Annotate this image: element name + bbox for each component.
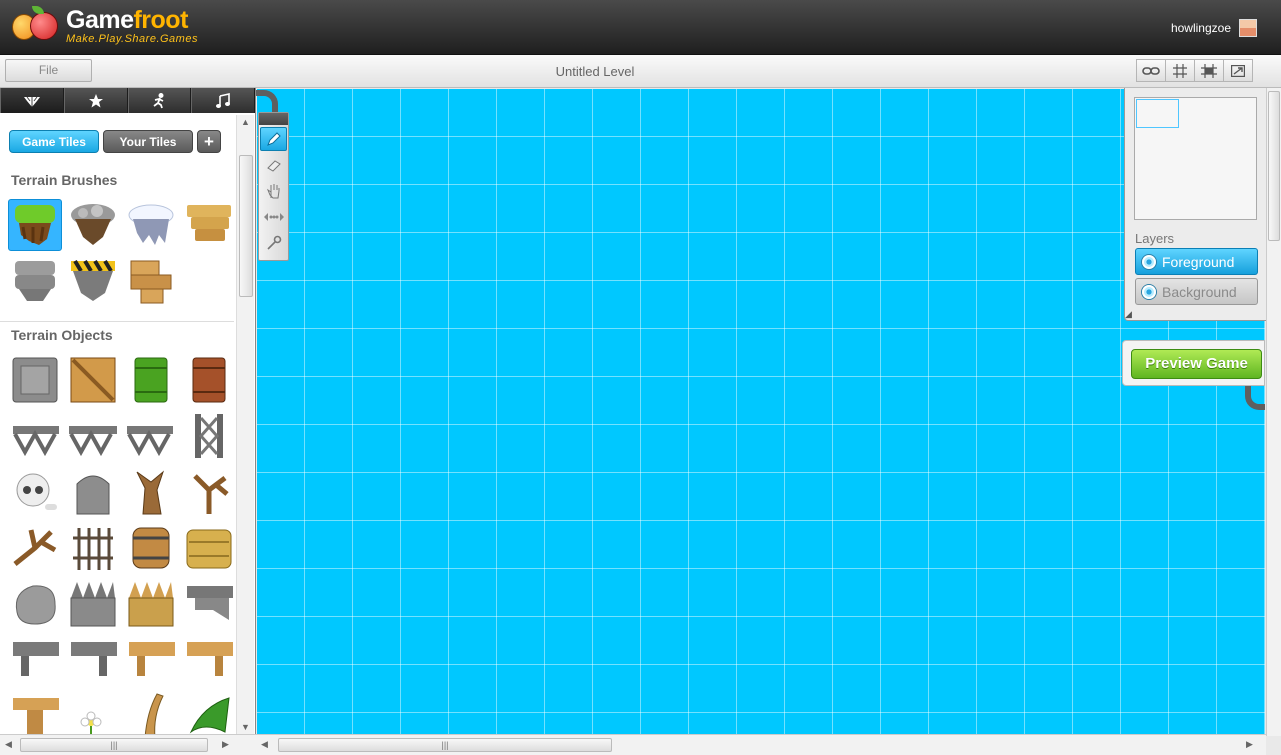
girder-mid[interactable] — [66, 410, 120, 462]
asset-panel: Game Tiles Your Tiles + Terrain Brushes … — [0, 88, 256, 739]
palette-drag-handle[interactable] — [259, 113, 288, 125]
tool-palette — [258, 112, 289, 261]
avatar[interactable] — [1239, 19, 1257, 37]
terrain-brushes-grid — [6, 197, 238, 309]
asset-panel-horizontal-scrollbar[interactable]: ◀ ||| ▶ — [0, 734, 256, 755]
scroll-left-icon[interactable]: ◀ — [261, 739, 268, 750]
canvas-horizontal-scrollbar[interactable]: ◀ ||| ▶ — [256, 734, 1266, 755]
link-icon[interactable] — [1136, 59, 1166, 82]
wooden-barrel[interactable] — [124, 522, 178, 574]
hay-bale[interactable] — [182, 522, 236, 574]
skull[interactable] — [8, 466, 62, 518]
grass-brush[interactable] — [8, 199, 62, 251]
girder-vertical[interactable] — [182, 410, 236, 462]
preview-game-button[interactable]: Preview Game — [1131, 349, 1262, 379]
preview-game-container: Preview Game — [1122, 340, 1265, 386]
scroll-down-icon[interactable]: ▼ — [241, 722, 250, 732]
dead-branch[interactable] — [182, 466, 236, 518]
star-tab-icon[interactable] — [63, 88, 128, 113]
radio-icon — [1142, 254, 1156, 269]
section-divider — [0, 321, 234, 322]
snap-grid-icon[interactable] — [1194, 59, 1224, 82]
stone-spikes[interactable] — [66, 578, 120, 630]
branch[interactable] — [8, 522, 62, 574]
fruit-logo-icon — [10, 6, 60, 46]
oil-barrel[interactable] — [124, 354, 178, 406]
asset-panel-scrollbar[interactable]: ▲ ▼ — [236, 115, 254, 736]
wooden-crate[interactable] — [66, 354, 120, 406]
scroll-right-icon[interactable]: ▶ — [222, 739, 229, 750]
girder-right[interactable] — [124, 410, 178, 462]
tile-source-buttons: Game Tiles Your Tiles + — [9, 130, 221, 153]
user-menu[interactable]: howlingzoe — [1171, 19, 1257, 37]
tombstone[interactable] — [66, 466, 120, 518]
gas-barrel[interactable] — [182, 354, 236, 406]
rock-brush[interactable] — [8, 255, 62, 307]
level-canvas[interactable] — [257, 89, 1265, 734]
scroll-thumb[interactable] — [239, 155, 253, 297]
terrain-objects-title: Terrain Objects — [11, 327, 113, 343]
logo-title: Gamefroot — [66, 5, 188, 34]
pencil-icon[interactable] — [260, 127, 287, 151]
sandstone-brush[interactable] — [182, 199, 236, 251]
hazard-brush[interactable] — [66, 255, 120, 307]
minimap[interactable] — [1134, 97, 1257, 220]
wood-platform-a[interactable] — [124, 634, 178, 686]
terrain-brushes-title: Terrain Brushes — [11, 172, 118, 188]
username[interactable]: howlingzoe — [1171, 21, 1231, 35]
tiles-tab-icon[interactable] — [0, 88, 64, 113]
logo-tagline: Make.Play.Share.Games — [66, 32, 198, 45]
stone-ledge[interactable] — [182, 578, 236, 630]
fullscreen-icon[interactable] — [1223, 59, 1253, 82]
minimap-viewport[interactable] — [1136, 99, 1179, 128]
background-label: Background — [1162, 283, 1237, 300]
background-layer-button[interactable]: Background — [1135, 278, 1258, 305]
add-tile-button[interactable]: + — [197, 130, 221, 153]
scroll-right-icon[interactable]: ▶ — [1246, 739, 1253, 750]
resize-corner-icon[interactable]: ◢ — [1125, 309, 1132, 320]
music-tab-icon[interactable] — [191, 88, 255, 113]
metal-crate[interactable] — [8, 354, 62, 406]
metal-platform-a[interactable] — [8, 634, 62, 686]
scroll-thumb[interactable]: ||| — [20, 738, 208, 752]
eraser-icon[interactable] — [260, 153, 287, 177]
scroll-left-icon[interactable]: ◀ — [5, 739, 12, 750]
game-tiles-button[interactable]: Game Tiles — [9, 130, 99, 153]
move-icon[interactable] — [260, 205, 287, 229]
wood-platform-b[interactable] — [182, 634, 236, 686]
wood-spikes[interactable] — [124, 578, 178, 630]
radio-icon — [1142, 284, 1156, 299]
level-title: Untitled Level — [555, 64, 635, 79]
minimap-layers-panel: Layers Foreground Background ◢ — [1124, 88, 1267, 321]
scroll-up-icon[interactable]: ▲ — [241, 117, 250, 127]
boulder[interactable] — [8, 578, 62, 630]
canvas-vertical-scrollbar[interactable] — [1266, 88, 1281, 736]
girder-left[interactable] — [8, 410, 62, 462]
tree-trunk[interactable] — [124, 466, 178, 518]
character-tab-icon[interactable] — [127, 88, 192, 113]
grid-icon[interactable] — [1165, 59, 1195, 82]
foreground-label: Foreground — [1162, 253, 1235, 270]
hand-icon[interactable] — [260, 179, 287, 203]
scroll-thumb[interactable] — [1268, 91, 1280, 241]
foreground-layer-button[interactable]: Foreground — [1135, 248, 1258, 275]
scroll-thumb[interactable]: ||| — [278, 738, 612, 752]
snow-brush[interactable] — [124, 199, 178, 251]
layers-label: Layers — [1135, 231, 1175, 246]
file-menu-button[interactable]: File — [5, 59, 92, 82]
iron-fence[interactable] — [66, 522, 120, 574]
your-tiles-button[interactable]: Your Tiles — [103, 130, 193, 153]
menu-bar: File Untitled Level — [0, 55, 1281, 88]
view-tools — [1136, 59, 1253, 82]
stone-brush[interactable] — [66, 199, 120, 251]
wrench-icon[interactable] — [260, 231, 287, 255]
metal-platform-b[interactable] — [66, 634, 120, 686]
top-header: Gamefroot Make.Play.Share.Games howlingz… — [0, 0, 1281, 55]
gamefroot-logo[interactable]: Gamefroot Make.Play.Share.Games — [10, 6, 198, 46]
terrain-objects-grid — [6, 352, 238, 744]
wood-brush[interactable] — [124, 255, 178, 307]
asset-tabs — [0, 88, 255, 113]
